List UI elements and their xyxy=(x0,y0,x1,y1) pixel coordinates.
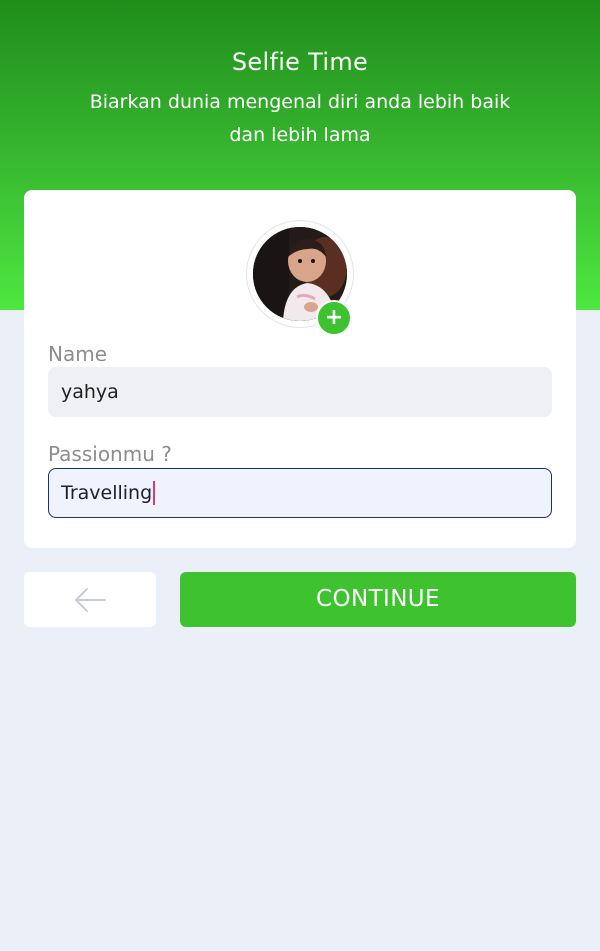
arrow-left-icon xyxy=(75,587,106,612)
text-caret xyxy=(153,481,156,505)
name-input[interactable]: yahya xyxy=(48,367,552,417)
name-input-value: yahya xyxy=(61,381,119,403)
name-label: Name xyxy=(48,342,108,366)
back-button[interactable] xyxy=(24,572,156,627)
plus-icon: + xyxy=(324,305,344,330)
continue-button[interactable]: CONTINUE xyxy=(180,572,576,627)
avatar-frame[interactable]: + xyxy=(246,220,354,336)
selfie-screen: Selfie Time Biarkan dunia mengenal diri … xyxy=(0,0,600,951)
page-title: Selfie Time xyxy=(231,48,369,76)
passion-input[interactable]: Travelling xyxy=(48,468,552,518)
add-photo-button[interactable]: + xyxy=(316,300,352,336)
profile-card: + Name yahya Passionmu ? Travelling xyxy=(24,190,576,548)
passion-input-value: Travelling xyxy=(61,482,153,504)
passion-label: Passionmu ? xyxy=(48,442,172,466)
page-subtitle: Biarkan dunia mengenal diri anda lebih b… xyxy=(89,91,511,146)
